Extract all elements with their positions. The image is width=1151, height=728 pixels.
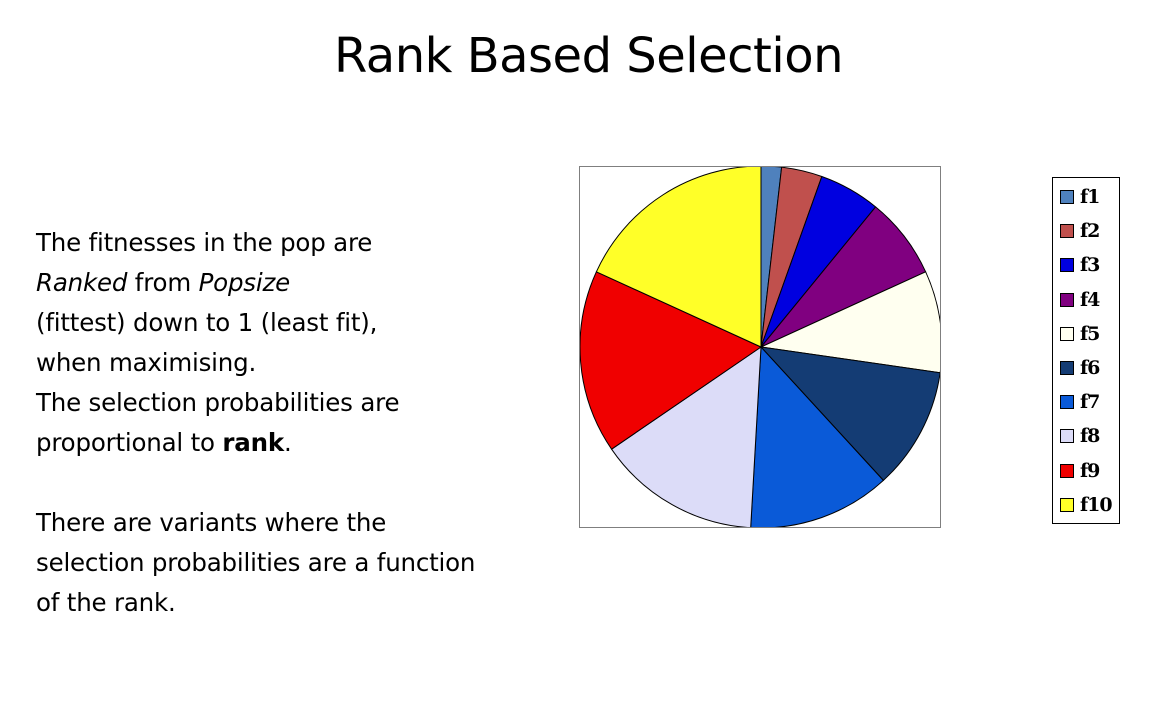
legend-swatch-f4 xyxy=(1060,292,1074,307)
legend-swatch-f8 xyxy=(1060,429,1074,444)
legend-label-f4: f4 xyxy=(1080,288,1100,311)
legend-label-f2: f2 xyxy=(1080,220,1100,243)
pie-chart-frame xyxy=(579,166,941,528)
legend-label-f9: f9 xyxy=(1080,459,1100,482)
text-line: selection probabilities are a function xyxy=(36,543,556,583)
legend-swatch-f7 xyxy=(1060,395,1074,410)
legend-label-f10: f10 xyxy=(1080,493,1113,516)
legend-item-f3: f3 xyxy=(1053,248,1119,282)
text-line: The selection probabilities are xyxy=(36,383,556,423)
legend-item-f6: f6 xyxy=(1053,351,1119,385)
legend-label-f8: f8 xyxy=(1080,425,1100,448)
body-text: The fitnesses in the pop are Ranked from… xyxy=(36,223,556,623)
text-segment: when maximising. xyxy=(36,348,257,377)
legend-swatch-f9 xyxy=(1060,463,1074,478)
legend-item-f7: f7 xyxy=(1053,385,1119,419)
chart-legend: f1 f2 f3 f4 f5 f6 f7 f8 f9 f10 xyxy=(1052,177,1120,524)
legend-swatch-f2 xyxy=(1060,224,1074,239)
text-segment: proportional to xyxy=(36,428,223,457)
legend-label-f7: f7 xyxy=(1080,391,1100,414)
text-line: The fitnesses in the pop are xyxy=(36,223,556,263)
legend-item-f4: f4 xyxy=(1053,283,1119,317)
text-bold-rank: rank xyxy=(222,428,284,457)
text-segment: from xyxy=(127,268,199,297)
legend-item-f8: f8 xyxy=(1053,419,1119,453)
legend-swatch-f3 xyxy=(1060,258,1074,273)
text-italic-ranked: Ranked xyxy=(36,268,128,297)
legend-label-f3: f3 xyxy=(1080,254,1100,277)
legend-swatch-f1 xyxy=(1060,190,1074,205)
legend-label-f1: f1 xyxy=(1080,186,1100,209)
pie-chart xyxy=(580,167,940,527)
text-segment: selection probabilities are a function xyxy=(36,548,476,577)
legend-label-f6: f6 xyxy=(1080,357,1100,380)
text-segment: The selection probabilities are xyxy=(36,388,400,417)
text-segment: . xyxy=(283,428,292,457)
legend-item-f10: f10 xyxy=(1053,488,1119,522)
text-segment: of the rank. xyxy=(36,588,176,617)
legend-label-f5: f5 xyxy=(1080,322,1100,345)
legend-swatch-f10 xyxy=(1060,497,1074,512)
text-line: Ranked from Popsize xyxy=(36,263,556,303)
legend-swatch-f6 xyxy=(1060,361,1074,376)
text-segment: There are variants where the xyxy=(36,508,387,537)
legend-swatch-f5 xyxy=(1060,326,1074,341)
slide-title: Rank Based Selection xyxy=(334,28,844,84)
text-line: proportional to rank. xyxy=(36,423,556,463)
legend-item-f1: f1 xyxy=(1053,180,1119,214)
text-italic-popsize: Popsize xyxy=(198,268,291,297)
legend-item-f2: f2 xyxy=(1053,214,1119,248)
text-line: of the rank. xyxy=(36,583,556,623)
legend-item-f5: f5 xyxy=(1053,317,1119,351)
text-segment: (fittest) down to 1 (least fit), xyxy=(36,308,378,337)
text-line: when maximising. xyxy=(36,343,556,383)
text-line: There are variants where the xyxy=(36,503,556,543)
legend-item-f9: f9 xyxy=(1053,454,1119,488)
text-segment: The fitnesses in the pop are xyxy=(36,228,373,257)
text-line: (fittest) down to 1 (least fit), xyxy=(36,303,556,343)
